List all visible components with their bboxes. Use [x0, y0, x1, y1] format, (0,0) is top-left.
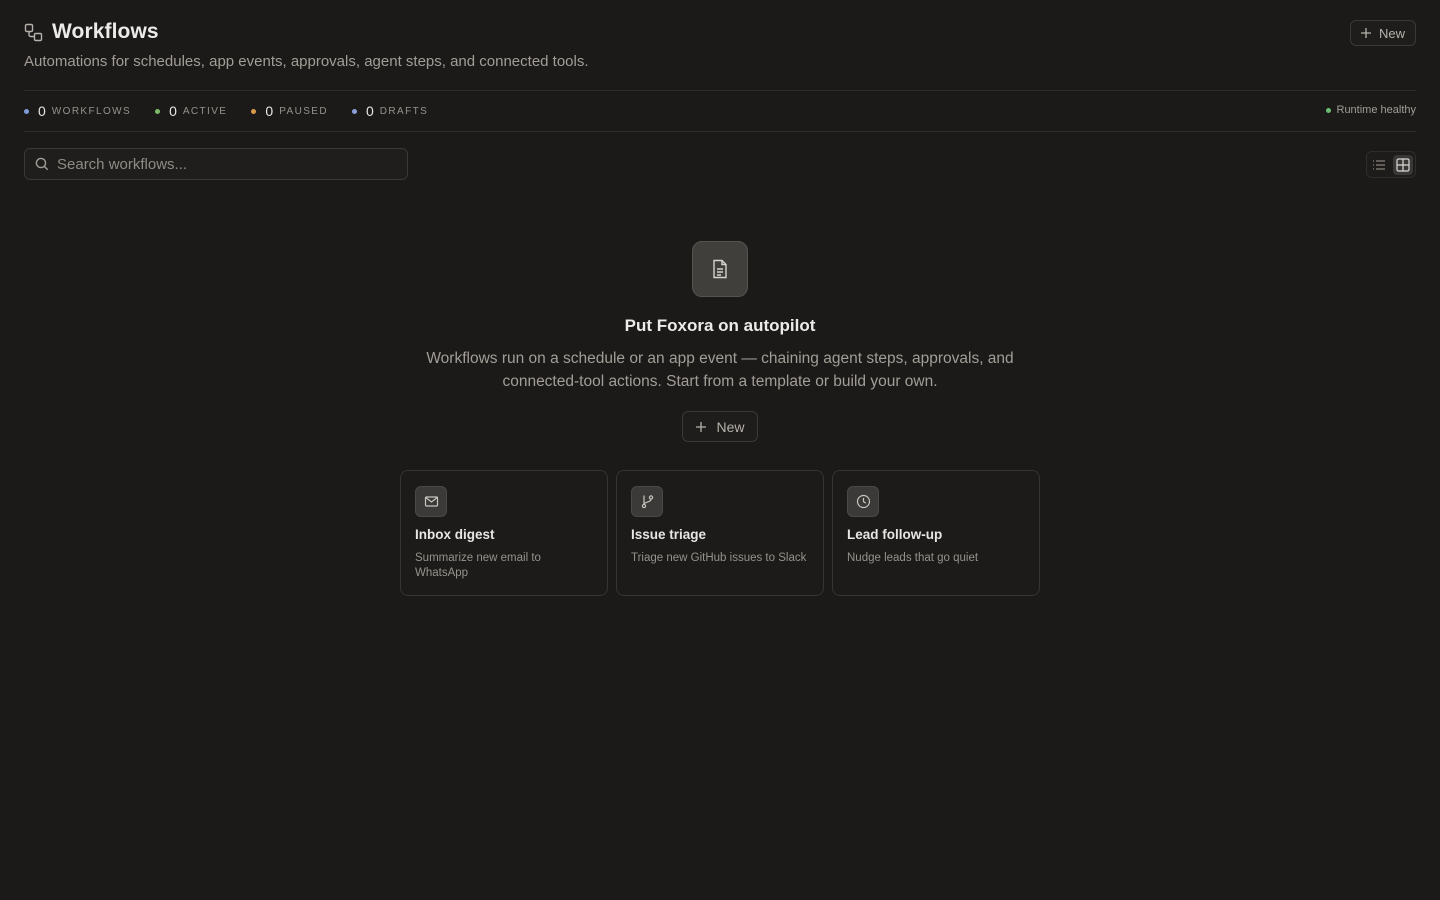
template-description: Nudge leads that go quiet: [847, 552, 979, 564]
new-workflow-button[interactable]: New: [1349, 20, 1416, 46]
list-view-icon: [1373, 159, 1385, 170]
stat-workflows: 0 WORKFLOWS: [24, 103, 131, 119]
workflows-page: Workflows Automations for schedules, app…: [0, 0, 1440, 900]
status-dot: [351, 108, 357, 114]
git-branch-icon: [641, 495, 653, 509]
template-title: Inbox digest: [415, 527, 495, 542]
empty-state: Put Foxora on autopilot Workflows run on…: [0, 241, 1440, 442]
stat-label: WORKFLOWS: [51, 105, 132, 117]
mail-icon: [424, 496, 438, 507]
stat-count: 0: [169, 103, 177, 119]
empty-state-icon-box: [692, 241, 748, 297]
runtime-status: Runtime healthy: [1325, 104, 1417, 116]
template-description: Triage new GitHub issues to Slack: [631, 552, 807, 564]
search-icon: [35, 157, 49, 171]
stat-count: 0: [265, 103, 274, 119]
status-dot: [155, 108, 161, 114]
search-input[interactable]: [57, 155, 377, 173]
template-icon-box: [631, 486, 663, 517]
stats-bar: 0 WORKFLOWS 0 ACTIVE 0 PAUSED 0 DRAFTS R…: [24, 91, 1416, 132]
plus-icon: [696, 421, 707, 432]
status-dot: [24, 108, 29, 114]
stat-label: PAUSED: [279, 105, 328, 117]
stat-paused: 0 PAUSED: [251, 103, 328, 119]
stat-label: DRAFTS: [379, 105, 429, 117]
clock-icon: [856, 494, 870, 509]
view-toggle: [1366, 151, 1416, 178]
document-icon: [713, 259, 727, 279]
plus-icon: [1360, 28, 1371, 38]
empty-state-new-button[interactable]: New: [682, 411, 758, 442]
runtime-status-dot: [1325, 107, 1331, 113]
empty-state-new-label: New: [716, 418, 745, 435]
page-header: Workflows Automations for schedules, app…: [24, 0, 1416, 91]
template-title: Issue triage: [631, 527, 707, 542]
stat-label: ACTIVE: [182, 105, 228, 117]
workflow-icon: [24, 23, 43, 42]
page-subtitle: Automations for schedules, app events, a…: [24, 53, 589, 70]
template-title: Lead follow-up: [847, 527, 943, 542]
title-row: Workflows: [24, 20, 159, 44]
template-cards: Inbox digest Summarize new email to What…: [400, 470, 1040, 596]
runtime-status-label: Runtime healthy: [1336, 104, 1417, 116]
grid-view-icon: [1396, 157, 1410, 172]
template-card-inbox-digest[interactable]: Inbox digest Summarize new email to What…: [400, 470, 608, 596]
stat-drafts: 0 DRAFTS: [351, 103, 429, 119]
empty-state-description: Workflows run on a schedule or an app ev…: [426, 350, 1014, 390]
status-dot: [251, 108, 257, 114]
grid-view-button[interactable]: [1393, 154, 1413, 175]
search-row: [24, 132, 1416, 198]
template-card-lead-follow-up[interactable]: Lead follow-up Nudge leads that go quiet: [832, 470, 1040, 596]
stat-count: 0: [365, 103, 374, 119]
template-icon-box: [847, 486, 879, 517]
new-workflow-label: New: [1378, 25, 1405, 41]
template-icon-box: [415, 486, 447, 517]
stat-count: 0: [38, 103, 46, 119]
search-box[interactable]: [24, 148, 408, 180]
list-view-button[interactable]: [1369, 155, 1389, 175]
template-card-issue-triage[interactable]: Issue triage Triage new GitHub issues to…: [616, 470, 824, 596]
page-title: Workflows: [52, 20, 159, 43]
empty-state-title: Put Foxora on autopilot: [624, 316, 816, 335]
stat-active: 0 ACTIVE: [155, 103, 227, 119]
template-description: Summarize new email to WhatsApp: [415, 552, 541, 579]
